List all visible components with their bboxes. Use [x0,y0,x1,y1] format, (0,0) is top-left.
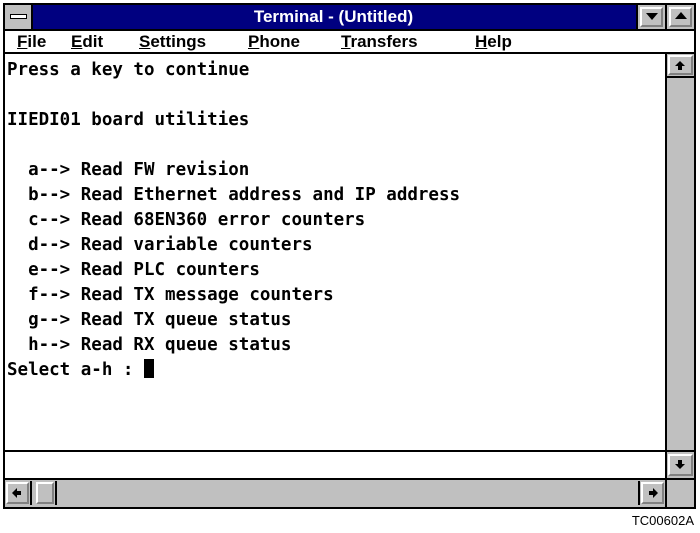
system-menu-button[interactable] [5,5,33,29]
horizontal-scrollbar[interactable] [5,480,665,507]
title-bar[interactable]: Terminal - (Untitled) [5,5,694,31]
menu-bar: File Edit Settings Phone Transfers Help [5,31,694,54]
scroll-right-button[interactable] [638,481,665,505]
vertical-scrollbar[interactable] [665,54,694,450]
menu-option-c: c--> Read 68EN360 error counters [7,210,366,230]
menu-settings[interactable]: Settings [139,31,206,52]
window-title: Terminal - (Untitled) [253,7,414,26]
system-menu-icon [10,14,27,19]
terminal-screen[interactable]: Press a key to continue IIEDI01 board ut… [5,54,665,450]
text-cursor [143,359,154,378]
menu-edit[interactable]: Edit [71,31,103,52]
terminal-line: Press a key to continue [7,60,250,80]
menu-option-g: g--> Read TX queue status [7,310,292,330]
menu-option-e: e--> Read PLC counters [7,260,260,280]
minimize-icon [646,13,658,20]
horizontal-scroll-thumb[interactable] [35,481,57,505]
scrollbar-corner [665,480,694,507]
scroll-up-button[interactable] [667,54,694,78]
arrow-right-icon [653,488,658,498]
menu-option-d: d--> Read variable counters [7,235,313,255]
selection-prompt: Select a-h : [7,360,144,380]
menu-transfers[interactable]: Transfers [341,31,418,52]
vertical-scrollbar-bottom [665,450,694,480]
terminal-window: Terminal - (Untitled) File Edit Settings… [3,3,696,509]
arrow-down-icon [675,464,685,469]
maximize-icon [675,12,687,19]
menu-option-h: h--> Read RX queue status [7,335,292,355]
menu-option-a: a--> Read FW revision [7,160,250,180]
maximize-button[interactable] [665,5,694,29]
terminal-line: IIEDI01 board utilities [7,110,250,130]
terminal-blank-row [5,450,665,480]
menu-help[interactable]: Help [475,31,512,52]
scroll-down-button[interactable] [667,453,694,477]
menu-option-f: f--> Read TX message counters [7,285,334,305]
minimize-button[interactable] [636,5,665,29]
menu-phone[interactable]: Phone [248,31,300,52]
figure-id: TC00602A [631,513,694,528]
scroll-left-button[interactable] [5,481,32,505]
menu-option-b: b--> Read Ethernet address and IP addres… [7,185,461,205]
menu-file[interactable]: File [17,31,46,52]
